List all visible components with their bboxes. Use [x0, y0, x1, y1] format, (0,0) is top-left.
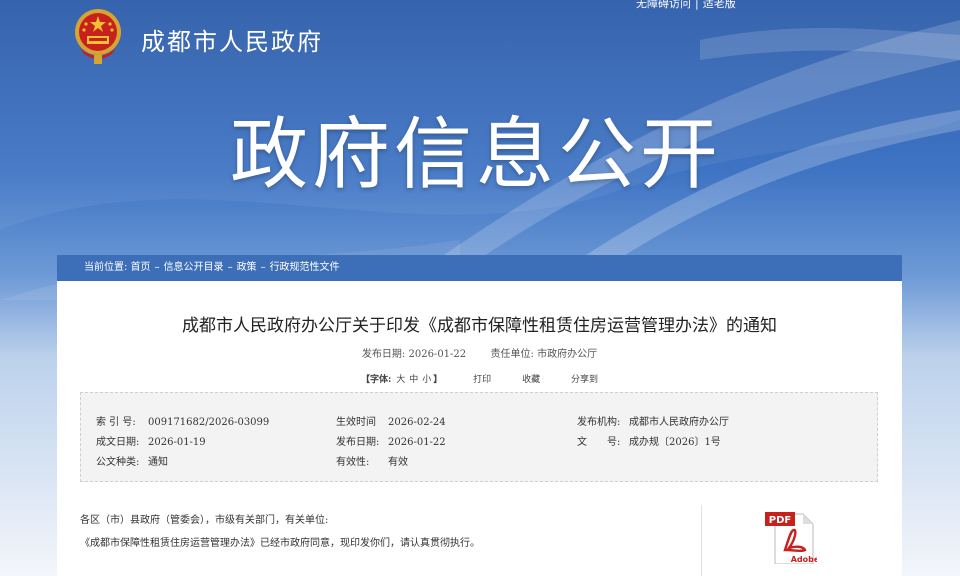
responsible-unit-label: 责任单位: [490, 349, 534, 360]
breadcrumb-label: 当前位置: [84, 262, 128, 273]
link-separator: | [695, 0, 699, 10]
font-size-medium[interactable]: 中 [409, 375, 418, 385]
pdf-badge-text: PDF [769, 515, 791, 526]
info-index-no: 索 引 号: 009171682/2026-03099 [96, 417, 270, 428]
breadcrumb: 当前位置: 首页 – 信息公开目录 – 政策 – 行政规范性文件 [57, 255, 902, 281]
elderly-version-link[interactable]: 适老版 [703, 0, 736, 10]
document-info-table: 索 引 号: 009171682/2026-03099 生效时间 2026-02-2… [80, 392, 878, 482]
breadcrumb-catalog[interactable]: 信息公开目录 [164, 262, 224, 273]
site-name[interactable]: 成都市人民政府 [141, 22, 323, 57]
document-salutation: 各区（市）县政府（管委会），市级有关部门，有关单位: [80, 515, 329, 526]
document-meta: 发布日期: 2026-01-22 责任单位: 市政府办公厅 [57, 345, 902, 360]
breadcrumb-policy[interactable]: 政策 [237, 262, 257, 273]
attachment-label [757, 570, 823, 576]
info-doc-no: 文 号: 成办规〔2026〕1号 [577, 437, 721, 448]
breadcrumb-home[interactable]: 首页 [131, 262, 151, 273]
publish-date-label: 发布日期: [361, 349, 406, 360]
font-size-large[interactable]: 大 [396, 375, 405, 385]
sidebar-divider [701, 505, 702, 576]
pdf-download-icon[interactable]: PDF Adobe [761, 510, 817, 564]
info-written-date: 成文日期: 2026-01-19 [96, 437, 206, 448]
info-publish-date: 发布日期: 2026-01-22 [336, 437, 446, 448]
breadcrumb-separator: – [227, 262, 233, 273]
share-button[interactable]: 分享到 [571, 375, 598, 385]
responsible-unit-value: 市政府办公厅 [537, 349, 598, 360]
info-validity: 有效性: 有效 [336, 457, 408, 468]
breadcrumb-separator: – [260, 262, 266, 273]
info-effective-time: 生效时间 2026-02-24 [336, 417, 446, 428]
pdf-brand-text: Adobe [791, 555, 817, 564]
document-title: 成都市人民政府办公厅关于印发《成都市保障性租赁住房运营管理办法》的通知 [182, 316, 777, 336]
article-tools: 【字体: 大中小】 打印 收藏 分享到 [57, 372, 902, 385]
breadcrumb-separator: – [154, 262, 160, 273]
publish-date-value: 2026-01-22 [408, 349, 467, 360]
document-paragraph: 《成都市保障性租赁住房运营管理办法》已经市政府同意，现印发你们，请认真贯彻执行。 [80, 538, 480, 549]
article-panel: 成都市人民政府办公厅关于印发《成都市保障性租赁住房运营管理办法》的通知 发布日期… [57, 281, 902, 576]
info-issuer: 发布机构: 成都市人民政府办公厅 [577, 417, 729, 428]
accessibility-links: 无障碍访问 | 适老版 [636, 0, 736, 11]
breadcrumb-normative-docs[interactable]: 行政规范性文件 [270, 262, 340, 273]
info-doc-type: 公文种类: 通知 [96, 457, 168, 468]
font-size-small[interactable]: 小 [422, 375, 431, 385]
national-emblem-icon[interactable] [72, 8, 124, 66]
accessible-access-link[interactable]: 无障碍访问 [636, 0, 691, 10]
font-size-label: 【字体: [361, 375, 392, 385]
favorite-button[interactable]: 收藏 [522, 375, 540, 385]
print-button[interactable]: 打印 [473, 375, 491, 385]
section-title: 政府信息公开 [230, 110, 723, 200]
font-size-close: 】 [433, 375, 443, 385]
